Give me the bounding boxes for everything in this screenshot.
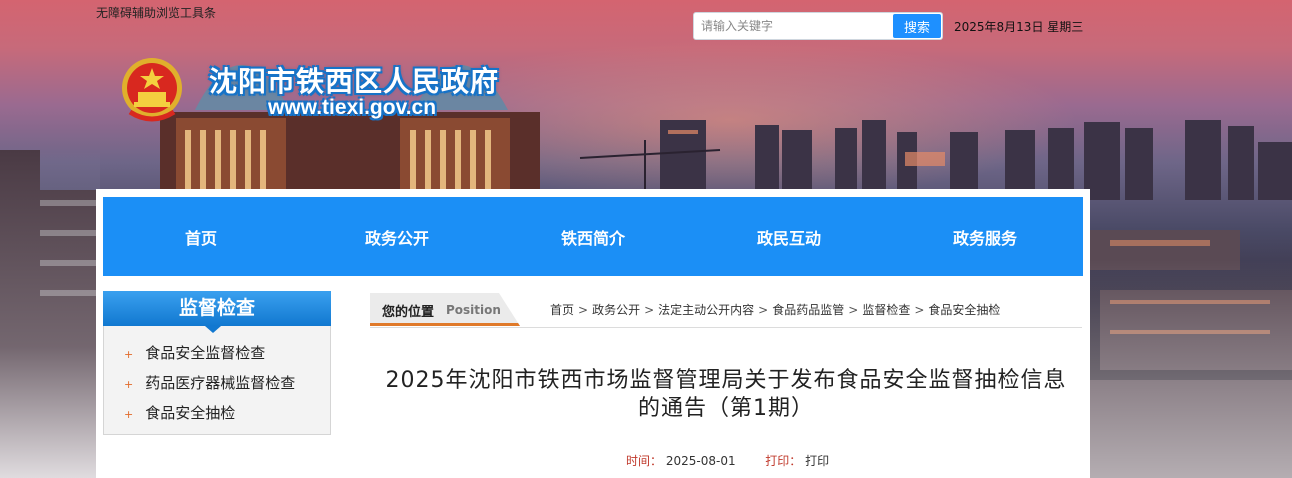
- plus-bullet-icon: +: [124, 348, 134, 361]
- current-date: 2025年8月13日 星期三: [954, 20, 1084, 34]
- location-label: 您的位置: [382, 305, 435, 320]
- content-container: 首页 政务公开 铁西简介 政民互动 政务服务 监督检查 + 食品安全监督检查 + 药…: [96, 189, 1090, 478]
- site-url: www.tiexi.gov.cn: [268, 96, 437, 119]
- search-input[interactable]: [695, 14, 897, 38]
- breadcrumb-food-sampling[interactable]: 食品安全抽检: [928, 303, 1000, 317]
- breadcrumb-supervision[interactable]: 监督检查: [862, 303, 910, 317]
- sidebar-notch: [205, 326, 221, 333]
- plus-bullet-icon: +: [124, 408, 134, 421]
- breadcrumb-food-drug[interactable]: 食品药品监管: [772, 303, 844, 317]
- plus-bullet-icon: +: [124, 378, 134, 391]
- time-label: 时间：: [626, 454, 663, 468]
- sidebar-item-drug-device-inspection[interactable]: + 药品医疗器械监督检查: [104, 368, 330, 398]
- article-title: 2025年沈阳市铁西市场监督管理局关于发布食品安全监督抽检信息的通告（第1期）: [385, 368, 1067, 421]
- national-emblem-icon: [122, 58, 182, 122]
- publish-date: 2025-08-01: [665, 454, 736, 468]
- breadcrumb-statutory-disclosure[interactable]: 法定主动公开内容: [658, 303, 754, 317]
- search-box: 搜索: [693, 12, 943, 40]
- location-label-en: Position: [446, 303, 501, 317]
- accessibility-toolbar-link[interactable]: 无障碍辅助浏览工具条: [96, 4, 216, 21]
- sidebar-item-food-safety-inspection[interactable]: + 食品安全监督检查: [104, 338, 330, 368]
- sidebar-list: + 食品安全监督检查 + 药品医疗器械监督检查 + 食品安全抽检: [104, 338, 330, 428]
- search-button[interactable]: 搜索: [893, 14, 941, 38]
- sidebar: 监督检查 + 食品安全监督检查 + 药品医疗器械监督检查 + 食品安全抽检: [103, 291, 331, 435]
- main-nav: 首页 政务公开 铁西简介 政民互动 政务服务: [103, 197, 1083, 276]
- print-link[interactable]: 打印: [805, 454, 829, 468]
- breadcrumb-bar: 您的位置 Position 首页 > 政务公开 > 法定主动公开内容 > 食品药品监管 > 监督…: [370, 293, 1082, 328]
- sidebar-item-food-sampling[interactable]: + 食品安全抽检: [104, 398, 330, 428]
- nav-item-tiexi-intro[interactable]: 铁西简介: [495, 197, 691, 276]
- print-label: 打印：: [765, 454, 802, 468]
- article-meta: 时间： 2025-08-01 打印： 打印: [626, 452, 829, 469]
- site-title[interactable]: 沈阳市铁西区人民政府: [209, 60, 499, 100]
- breadcrumb-home[interactable]: 首页: [550, 303, 574, 317]
- breadcrumb: 首页 > 政务公开 > 法定主动公开内容 > 食品药品监管 > 监督检查 > 食品安全抽检: [550, 303, 1001, 317]
- nav-item-interaction[interactable]: 政民互动: [691, 197, 887, 276]
- sidebar-title: 监督检查: [103, 291, 331, 326]
- nav-item-home[interactable]: 首页: [103, 197, 299, 276]
- breadcrumb-gov-affairs[interactable]: 政务公开: [592, 303, 640, 317]
- nav-item-gov-affairs[interactable]: 政务公开: [299, 197, 495, 276]
- nav-item-services[interactable]: 政务服务: [887, 197, 1083, 276]
